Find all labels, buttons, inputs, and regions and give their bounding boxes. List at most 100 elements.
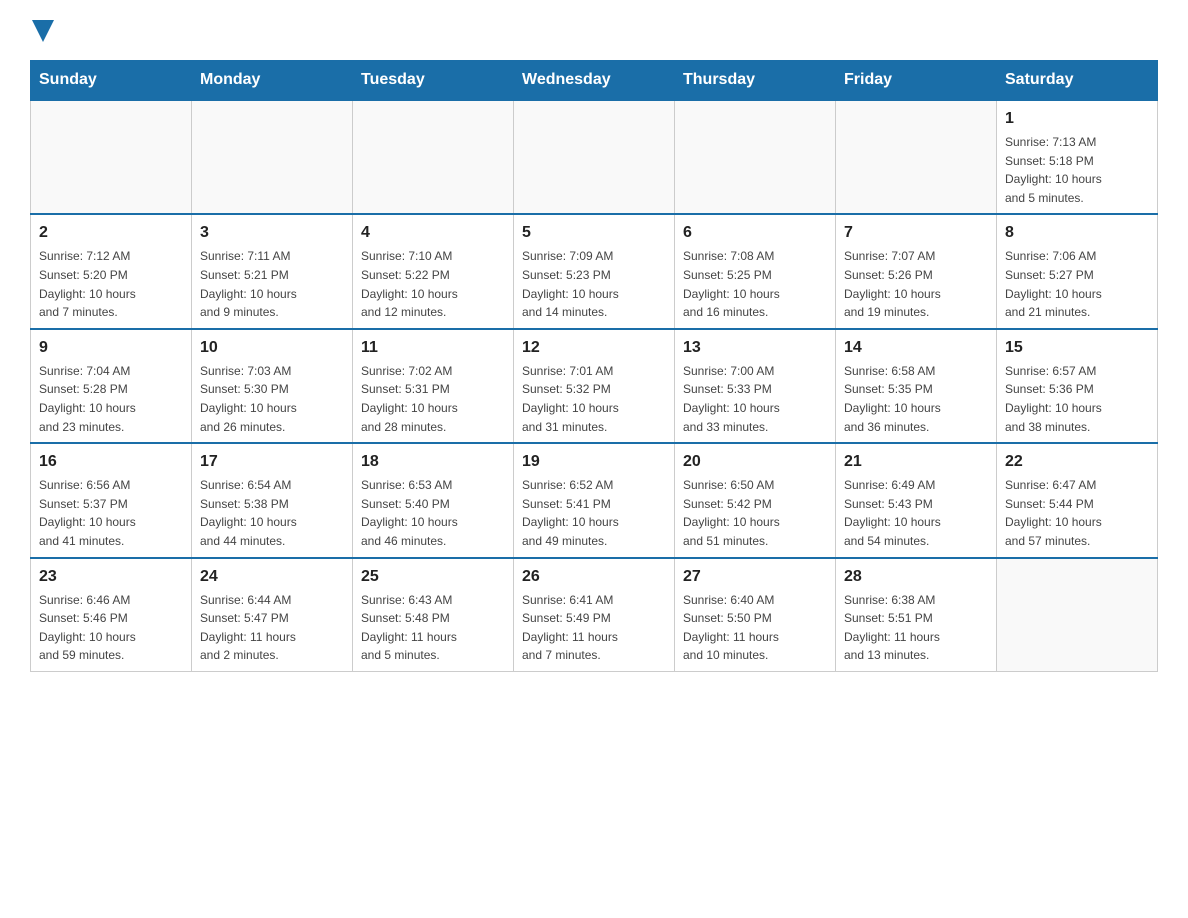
calendar-day-26: 26Sunrise: 6:41 AM Sunset: 5:49 PM Dayli… — [514, 558, 675, 672]
day-number: 14 — [844, 336, 988, 360]
calendar-day-13: 13Sunrise: 7:00 AM Sunset: 5:33 PM Dayli… — [675, 329, 836, 443]
calendar-day-6: 6Sunrise: 7:08 AM Sunset: 5:25 PM Daylig… — [675, 214, 836, 328]
day-number: 26 — [522, 565, 666, 589]
day-number: 5 — [522, 221, 666, 245]
day-number: 19 — [522, 450, 666, 474]
day-number: 18 — [361, 450, 505, 474]
calendar-day-9: 9Sunrise: 7:04 AM Sunset: 5:28 PM Daylig… — [31, 329, 192, 443]
day-info: Sunrise: 7:04 AM Sunset: 5:28 PM Dayligh… — [39, 362, 183, 436]
day-info: Sunrise: 7:06 AM Sunset: 5:27 PM Dayligh… — [1005, 247, 1149, 321]
weekday-header-friday: Friday — [836, 61, 997, 101]
calendar-empty-day — [675, 100, 836, 214]
calendar-day-23: 23Sunrise: 6:46 AM Sunset: 5:46 PM Dayli… — [31, 558, 192, 672]
day-info: Sunrise: 6:46 AM Sunset: 5:46 PM Dayligh… — [39, 591, 183, 665]
day-info: Sunrise: 7:02 AM Sunset: 5:31 PM Dayligh… — [361, 362, 505, 436]
weekday-header-thursday: Thursday — [675, 61, 836, 101]
day-number: 15 — [1005, 336, 1149, 360]
day-info: Sunrise: 6:56 AM Sunset: 5:37 PM Dayligh… — [39, 476, 183, 550]
day-info: Sunrise: 6:41 AM Sunset: 5:49 PM Dayligh… — [522, 591, 666, 665]
day-info: Sunrise: 6:57 AM Sunset: 5:36 PM Dayligh… — [1005, 362, 1149, 436]
calendar-empty-day — [836, 100, 997, 214]
calendar-day-15: 15Sunrise: 6:57 AM Sunset: 5:36 PM Dayli… — [997, 329, 1158, 443]
logo-arrow-icon — [32, 20, 54, 42]
day-info: Sunrise: 7:11 AM Sunset: 5:21 PM Dayligh… — [200, 247, 344, 321]
day-number: 21 — [844, 450, 988, 474]
day-number: 17 — [200, 450, 344, 474]
day-info: Sunrise: 6:44 AM Sunset: 5:47 PM Dayligh… — [200, 591, 344, 665]
day-info: Sunrise: 7:09 AM Sunset: 5:23 PM Dayligh… — [522, 247, 666, 321]
weekday-header-saturday: Saturday — [997, 61, 1158, 101]
day-info: Sunrise: 7:00 AM Sunset: 5:33 PM Dayligh… — [683, 362, 827, 436]
day-number: 4 — [361, 221, 505, 245]
calendar-day-14: 14Sunrise: 6:58 AM Sunset: 5:35 PM Dayli… — [836, 329, 997, 443]
day-number: 27 — [683, 565, 827, 589]
weekday-header-wednesday: Wednesday — [514, 61, 675, 101]
weekday-header-tuesday: Tuesday — [353, 61, 514, 101]
calendar-empty-day — [353, 100, 514, 214]
day-info: Sunrise: 7:03 AM Sunset: 5:30 PM Dayligh… — [200, 362, 344, 436]
calendar-day-4: 4Sunrise: 7:10 AM Sunset: 5:22 PM Daylig… — [353, 214, 514, 328]
day-info: Sunrise: 7:12 AM Sunset: 5:20 PM Dayligh… — [39, 247, 183, 321]
day-number: 28 — [844, 565, 988, 589]
calendar-day-22: 22Sunrise: 6:47 AM Sunset: 5:44 PM Dayli… — [997, 443, 1158, 557]
day-number: 13 — [683, 336, 827, 360]
calendar-table: SundayMondayTuesdayWednesdayThursdayFrid… — [30, 60, 1158, 672]
calendar-week-row: 23Sunrise: 6:46 AM Sunset: 5:46 PM Dayli… — [31, 558, 1158, 672]
day-number: 23 — [39, 565, 183, 589]
calendar-day-10: 10Sunrise: 7:03 AM Sunset: 5:30 PM Dayli… — [192, 329, 353, 443]
day-number: 7 — [844, 221, 988, 245]
weekday-header-sunday: Sunday — [31, 61, 192, 101]
logo-combined — [30, 20, 54, 50]
day-number: 2 — [39, 221, 183, 245]
calendar-day-28: 28Sunrise: 6:38 AM Sunset: 5:51 PM Dayli… — [836, 558, 997, 672]
calendar-day-21: 21Sunrise: 6:49 AM Sunset: 5:43 PM Dayli… — [836, 443, 997, 557]
day-info: Sunrise: 6:52 AM Sunset: 5:41 PM Dayligh… — [522, 476, 666, 550]
day-info: Sunrise: 7:01 AM Sunset: 5:32 PM Dayligh… — [522, 362, 666, 436]
day-number: 22 — [1005, 450, 1149, 474]
calendar-day-1: 1Sunrise: 7:13 AM Sunset: 5:18 PM Daylig… — [997, 100, 1158, 214]
day-number: 9 — [39, 336, 183, 360]
day-info: Sunrise: 6:54 AM Sunset: 5:38 PM Dayligh… — [200, 476, 344, 550]
calendar-day-19: 19Sunrise: 6:52 AM Sunset: 5:41 PM Dayli… — [514, 443, 675, 557]
day-info: Sunrise: 6:50 AM Sunset: 5:42 PM Dayligh… — [683, 476, 827, 550]
day-info: Sunrise: 7:10 AM Sunset: 5:22 PM Dayligh… — [361, 247, 505, 321]
calendar-day-3: 3Sunrise: 7:11 AM Sunset: 5:21 PM Daylig… — [192, 214, 353, 328]
calendar-empty-day — [514, 100, 675, 214]
calendar-day-27: 27Sunrise: 6:40 AM Sunset: 5:50 PM Dayli… — [675, 558, 836, 672]
calendar-day-2: 2Sunrise: 7:12 AM Sunset: 5:20 PM Daylig… — [31, 214, 192, 328]
calendar-day-7: 7Sunrise: 7:07 AM Sunset: 5:26 PM Daylig… — [836, 214, 997, 328]
day-number: 6 — [683, 221, 827, 245]
calendar-empty-day — [997, 558, 1158, 672]
calendar-day-18: 18Sunrise: 6:53 AM Sunset: 5:40 PM Dayli… — [353, 443, 514, 557]
calendar-day-5: 5Sunrise: 7:09 AM Sunset: 5:23 PM Daylig… — [514, 214, 675, 328]
calendar-day-16: 16Sunrise: 6:56 AM Sunset: 5:37 PM Dayli… — [31, 443, 192, 557]
page-header — [30, 20, 1158, 50]
day-info: Sunrise: 6:49 AM Sunset: 5:43 PM Dayligh… — [844, 476, 988, 550]
day-number: 3 — [200, 221, 344, 245]
calendar-day-11: 11Sunrise: 7:02 AM Sunset: 5:31 PM Dayli… — [353, 329, 514, 443]
calendar-day-17: 17Sunrise: 6:54 AM Sunset: 5:38 PM Dayli… — [192, 443, 353, 557]
day-number: 1 — [1005, 107, 1149, 131]
day-info: Sunrise: 7:07 AM Sunset: 5:26 PM Dayligh… — [844, 247, 988, 321]
day-number: 24 — [200, 565, 344, 589]
day-info: Sunrise: 6:38 AM Sunset: 5:51 PM Dayligh… — [844, 591, 988, 665]
calendar-week-row: 1Sunrise: 7:13 AM Sunset: 5:18 PM Daylig… — [31, 100, 1158, 214]
calendar-week-row: 2Sunrise: 7:12 AM Sunset: 5:20 PM Daylig… — [31, 214, 1158, 328]
calendar-day-24: 24Sunrise: 6:44 AM Sunset: 5:47 PM Dayli… — [192, 558, 353, 672]
day-number: 12 — [522, 336, 666, 360]
day-number: 25 — [361, 565, 505, 589]
day-info: Sunrise: 7:13 AM Sunset: 5:18 PM Dayligh… — [1005, 133, 1149, 207]
weekday-header-monday: Monday — [192, 61, 353, 101]
calendar-week-row: 16Sunrise: 6:56 AM Sunset: 5:37 PM Dayli… — [31, 443, 1158, 557]
calendar-header-row: SundayMondayTuesdayWednesdayThursdayFrid… — [31, 61, 1158, 101]
calendar-week-row: 9Sunrise: 7:04 AM Sunset: 5:28 PM Daylig… — [31, 329, 1158, 443]
day-number: 20 — [683, 450, 827, 474]
day-info: Sunrise: 6:53 AM Sunset: 5:40 PM Dayligh… — [361, 476, 505, 550]
day-number: 11 — [361, 336, 505, 360]
day-info: Sunrise: 6:40 AM Sunset: 5:50 PM Dayligh… — [683, 591, 827, 665]
calendar-day-25: 25Sunrise: 6:43 AM Sunset: 5:48 PM Dayli… — [353, 558, 514, 672]
calendar-empty-day — [192, 100, 353, 214]
day-number: 16 — [39, 450, 183, 474]
day-info: Sunrise: 6:47 AM Sunset: 5:44 PM Dayligh… — [1005, 476, 1149, 550]
day-number: 10 — [200, 336, 344, 360]
